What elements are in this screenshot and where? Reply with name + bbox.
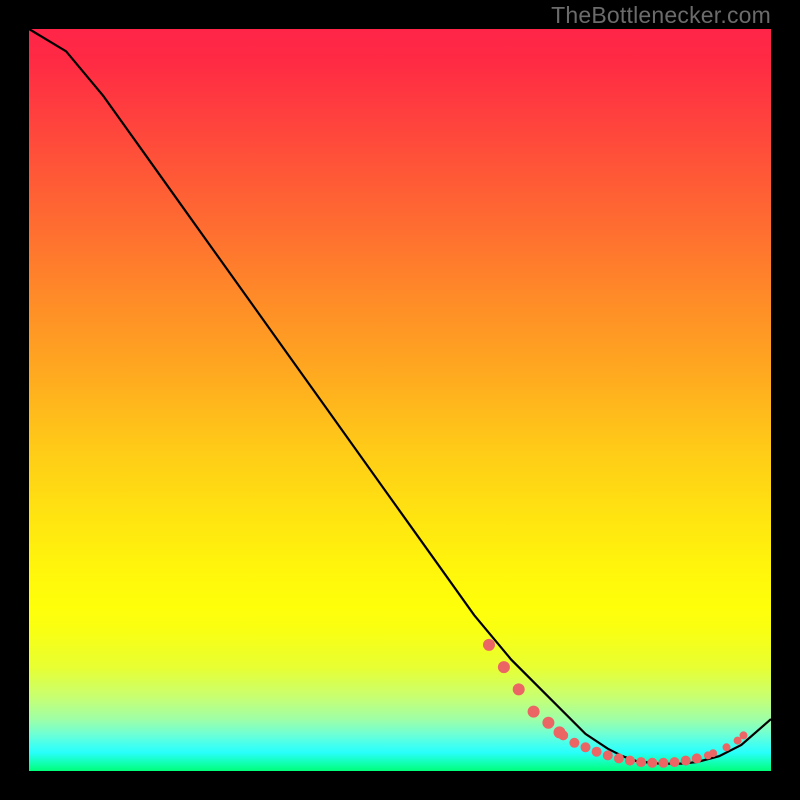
chart-svg: [29, 29, 771, 771]
data-marker: [581, 742, 591, 752]
data-marker: [681, 756, 691, 766]
data-marker: [558, 730, 568, 740]
curve-line: [29, 29, 771, 764]
data-marker: [528, 706, 540, 718]
data-marker: [723, 743, 731, 751]
data-marker: [603, 750, 613, 760]
data-marker: [625, 756, 635, 766]
data-marker: [692, 753, 702, 763]
data-marker: [658, 758, 668, 768]
data-marker: [614, 753, 624, 763]
data-marker: [498, 661, 510, 673]
data-marker: [647, 758, 657, 768]
data-marker: [740, 731, 748, 739]
chart-frame: TheBottlenecker.com: [0, 0, 800, 800]
watermark-text: TheBottlenecker.com: [551, 2, 771, 29]
data-marker: [483, 639, 495, 651]
data-marker: [636, 757, 646, 767]
data-marker: [513, 683, 525, 695]
data-marker: [709, 749, 717, 757]
data-marker: [569, 738, 579, 748]
data-marker: [542, 717, 554, 729]
data-marker: [592, 747, 602, 757]
data-marker: [670, 757, 680, 767]
marker-group: [483, 639, 748, 768]
